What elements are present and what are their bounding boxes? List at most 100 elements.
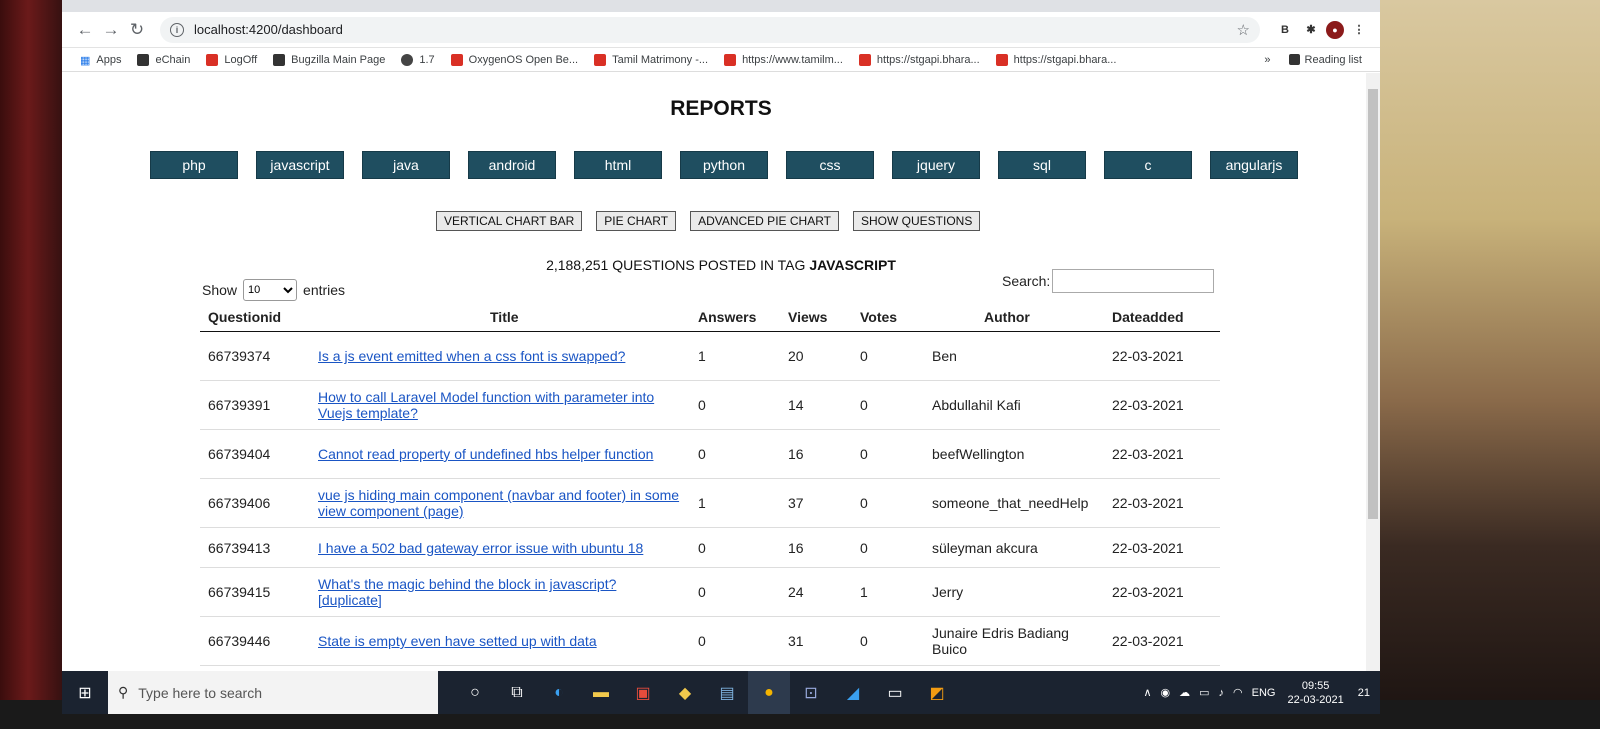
clock-date: 22-03-2021 bbox=[1287, 693, 1344, 706]
cell-questionid: 66739446 bbox=[200, 616, 310, 666]
screen: ← → ↻ i localhost:4200/dashboard ☆ B ✱ ●… bbox=[62, 0, 1380, 714]
question-title-link[interactable]: State is empty even have setted up with … bbox=[318, 633, 597, 649]
windows-start-icon[interactable]: ⊞ bbox=[62, 683, 108, 703]
cell-dateadded: 22-03-2021 bbox=[1104, 478, 1220, 528]
tag-c[interactable]: c bbox=[1104, 151, 1192, 179]
bookmark-stgapi-2[interactable]: https://stgapi.bhara... bbox=[995, 53, 1116, 66]
entries-select[interactable]: 10 bbox=[243, 279, 298, 301]
store-icon[interactable]: ▣ bbox=[622, 671, 664, 714]
bookmark-logoff[interactable]: LogOff bbox=[206, 53, 257, 66]
language-indicator[interactable]: ENG bbox=[1252, 687, 1276, 699]
table-row: 66739404 Cannot read property of undefin… bbox=[200, 429, 1220, 479]
bookmark-tamil-matrimony[interactable]: Tamil Matrimony -... bbox=[594, 53, 708, 66]
tag-sql[interactable]: sql bbox=[998, 151, 1086, 179]
bookmark-tamilm[interactable]: https://www.tamilm... bbox=[724, 53, 843, 66]
vscode-icon[interactable]: ◢ bbox=[832, 671, 874, 714]
windows-taskbar: ⊞ ⚲ Type here to search ○ ⧉ ◐ ▬ ▣ ◆ ▤ ● … bbox=[62, 671, 1380, 714]
column-header-answers[interactable]: Answers bbox=[690, 303, 780, 332]
chart-button-group: VERTICAL CHART BAR PIE CHART ADVANCED PI… bbox=[436, 211, 994, 231]
stgapi-icon bbox=[995, 53, 1008, 66]
column-header-questionid[interactable]: Questionid bbox=[200, 303, 310, 332]
battery-icon[interactable]: ▭ bbox=[1199, 686, 1209, 699]
cell-views: 20 bbox=[780, 331, 852, 381]
menu-kebab-icon[interactable]: ⋮ bbox=[1348, 19, 1370, 41]
question-title-link[interactable]: vue js hiding main component (navbar and… bbox=[318, 487, 679, 519]
task-view-icon[interactable]: ⧉ bbox=[496, 671, 538, 714]
network-app-icon[interactable]: ▤ bbox=[706, 671, 748, 714]
notification-badge[interactable]: 21 bbox=[1358, 687, 1370, 699]
extensions-puzzle-icon[interactable]: ✱ bbox=[1300, 19, 1322, 41]
tag-android[interactable]: android bbox=[468, 151, 556, 179]
tag-css[interactable]: css bbox=[786, 151, 874, 179]
tag-jquery[interactable]: jquery bbox=[892, 151, 980, 179]
question-title-link[interactable]: Cannot read property of undefined hbs he… bbox=[318, 446, 653, 462]
column-header-title[interactable]: Title bbox=[310, 303, 690, 332]
reload-icon[interactable]: ↻ bbox=[124, 17, 150, 43]
sublime-icon[interactable]: ◩ bbox=[916, 671, 958, 714]
bookmark-oxygenos[interactable]: OxygenOS Open Be... bbox=[450, 53, 578, 66]
show-questions-button[interactable]: SHOW QUESTIONS bbox=[852, 211, 981, 231]
pie-chart-button[interactable]: PIE CHART bbox=[596, 211, 677, 231]
wifi-icon[interactable]: ◠ bbox=[1233, 686, 1243, 699]
info-icon[interactable]: i bbox=[170, 22, 184, 37]
notes-icon[interactable]: ◆ bbox=[664, 671, 706, 714]
cell-answers: 1 bbox=[690, 331, 780, 381]
profile-avatar[interactable]: ● bbox=[1326, 20, 1344, 39]
reading-list[interactable]: Reading list bbox=[1305, 54, 1362, 66]
antivirus-icon[interactable]: ◉ bbox=[1161, 686, 1171, 699]
bookmark-apps[interactable]: ▦ Apps bbox=[80, 54, 121, 67]
bookmark-bugzilla[interactable]: Bugzilla Main Page bbox=[273, 53, 385, 66]
remote-desktop-icon[interactable]: ⊡ bbox=[790, 671, 832, 714]
bookmarks-overflow[interactable]: » bbox=[1264, 54, 1270, 66]
tag-java[interactable]: java bbox=[362, 151, 450, 179]
tag-javascript[interactable]: javascript bbox=[256, 151, 344, 179]
bookmark-1-7[interactable]: 1.7 bbox=[401, 53, 435, 66]
edge-icon[interactable]: ◐ bbox=[538, 671, 580, 714]
tag-html[interactable]: html bbox=[574, 151, 662, 179]
column-header-votes[interactable]: Votes bbox=[852, 303, 924, 332]
bookmark-stgapi-1[interactable]: https://stgapi.bhara... bbox=[858, 53, 980, 66]
clock[interactable]: 09:55 22-03-2021 bbox=[1287, 679, 1343, 707]
tag-php[interactable]: php bbox=[150, 151, 238, 179]
background-left bbox=[0, 0, 70, 729]
column-header-author[interactable]: Author bbox=[924, 303, 1104, 332]
questions-table: Questionid Title Answers Views Votes Aut… bbox=[200, 303, 1220, 666]
table-row: 66739446 State is empty even have setted… bbox=[200, 616, 1220, 666]
file-explorer-icon[interactable]: ▬ bbox=[580, 671, 622, 714]
cell-answers: 1 bbox=[690, 478, 780, 528]
column-header-views[interactable]: Views bbox=[780, 303, 852, 332]
column-header-dateadded[interactable]: Dateadded bbox=[1104, 303, 1220, 332]
question-title-link[interactable]: How to call Laravel Model function with … bbox=[318, 389, 654, 421]
volume-icon[interactable]: ♪ bbox=[1219, 687, 1225, 699]
cell-title: How to call Laravel Model function with … bbox=[310, 380, 690, 430]
extension-b-icon[interactable]: B bbox=[1274, 19, 1296, 41]
cell-title: I have a 502 bad gateway error issue wit… bbox=[310, 527, 690, 568]
tag-angularjs[interactable]: angularjs bbox=[1210, 151, 1298, 179]
chrome-icon[interactable]: ● bbox=[748, 671, 790, 714]
question-title-link[interactable]: Is a js event emitted when a css font is… bbox=[318, 348, 625, 364]
scrollbar-thumb[interactable] bbox=[1368, 89, 1378, 519]
cloud-icon[interactable]: ☁ bbox=[1179, 686, 1190, 699]
search-input[interactable] bbox=[1052, 269, 1215, 293]
back-icon[interactable]: ← bbox=[72, 17, 98, 43]
cell-views: 31 bbox=[780, 616, 852, 666]
bookmark-star-icon[interactable]: ☆ bbox=[1237, 21, 1250, 39]
tag-python[interactable]: python bbox=[680, 151, 768, 179]
oxygenos-icon bbox=[450, 53, 463, 66]
forward-icon[interactable]: → bbox=[98, 17, 124, 43]
question-title-link[interactable]: What's the magic behind the block in jav… bbox=[318, 576, 616, 608]
vertical-chart-bar-button[interactable]: VERTICAL CHART BAR bbox=[436, 211, 583, 231]
table-row: 66739406 vue js hiding main component (n… bbox=[200, 478, 1220, 528]
question-title-link[interactable]: I have a 502 bad gateway error issue wit… bbox=[318, 540, 643, 556]
cell-dateadded: 22-03-2021 bbox=[1104, 527, 1220, 568]
advanced-pie-chart-button[interactable]: ADVANCED PIE CHART bbox=[690, 211, 839, 231]
bookmark-echain[interactable]: eChain bbox=[137, 53, 190, 66]
page-scrollbar[interactable] bbox=[1366, 73, 1380, 714]
terminal-icon[interactable]: ▭ bbox=[874, 671, 916, 714]
cell-dateadded: 22-03-2021 bbox=[1104, 616, 1220, 666]
bookmarks-bar: ▦ Apps eChain LogOff Bugzilla Main Page 1… bbox=[62, 48, 1380, 72]
tray-overflow-icon[interactable]: ∧ bbox=[1143, 686, 1151, 699]
address-bar[interactable]: i localhost:4200/dashboard ☆ bbox=[160, 16, 1260, 43]
cortana-icon[interactable]: ○ bbox=[454, 671, 496, 714]
taskbar-search[interactable]: ⚲ Type here to search bbox=[108, 671, 438, 714]
